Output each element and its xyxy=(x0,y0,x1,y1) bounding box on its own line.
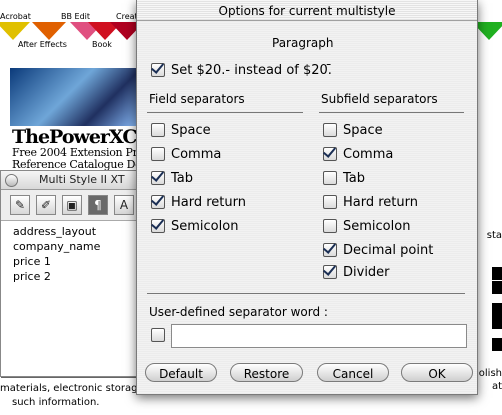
multistyle-list: address_layout company_name price 1 pric… xyxy=(1,221,141,284)
palette-close-icon[interactable] xyxy=(5,174,18,187)
user-defined-checkbox[interactable] xyxy=(151,328,165,342)
nav-acrobat-tab-icon[interactable] xyxy=(0,22,30,40)
field-separator-hard-return[interactable]: Hard return xyxy=(151,194,246,210)
set-dollar-checkbox[interactable] xyxy=(151,63,165,77)
subfield-decimal-point-checkbox[interactable] xyxy=(323,243,337,257)
multi-style-palette: Multi Style II XT ✎ ✐ ▣ ¶ A address_layo… xyxy=(0,170,142,377)
field-space-checkbox[interactable] xyxy=(151,123,165,137)
subfield-comma-label: Comma xyxy=(343,146,394,162)
field-separators-label: Field separators xyxy=(149,92,245,106)
set-dollar-option[interactable]: Set $20.- instead of $20.̄ xyxy=(151,62,332,78)
subfield-separators-divider xyxy=(319,112,464,113)
nav-acrobat-label[interactable]: Acrobat xyxy=(0,12,31,21)
default-button[interactable]: Default xyxy=(145,363,217,382)
field-separator-space[interactable]: Space xyxy=(151,122,211,138)
subfield-separator-semicolon[interactable]: Semicolon xyxy=(323,218,410,234)
list-item[interactable]: address_layout xyxy=(13,224,141,239)
subfield-space-checkbox[interactable] xyxy=(323,123,337,137)
subfield-separator-hard-return[interactable]: Hard return xyxy=(323,194,418,210)
cancel-button[interactable]: Cancel xyxy=(317,363,389,382)
list-item[interactable]: price 2 xyxy=(13,269,141,284)
dialog-title-bar[interactable]: Options for current multistyle xyxy=(137,0,477,21)
field-semicolon-checkbox[interactable] xyxy=(151,219,165,233)
text-a-icon[interactable]: A xyxy=(114,195,134,215)
right-edge-text-1: sta xyxy=(486,230,502,241)
field-tab-label: Tab xyxy=(171,170,194,186)
paragraph-section-label: Paragraph xyxy=(272,36,334,50)
palette-title-bar[interactable]: Multi Style II XT xyxy=(1,171,141,190)
pen-tool-icon[interactable]: ✎ xyxy=(10,195,30,215)
subfield-tab-label: Tab xyxy=(343,170,366,186)
right-edge-text-2: olish xyxy=(478,368,502,379)
subfield-separator-decimal-point[interactable]: Decimal point xyxy=(323,242,433,258)
field-separators-divider xyxy=(147,112,303,113)
field-separator-comma[interactable]: Comma xyxy=(151,146,221,162)
field-semicolon-label: Semicolon xyxy=(171,218,239,234)
ok-button[interactable]: OK xyxy=(401,363,473,382)
brush-tool-icon[interactable]: ✐ xyxy=(36,195,56,215)
user-defined-option[interactable] xyxy=(151,327,165,343)
frame-tool-icon[interactable]: ▣ xyxy=(62,195,82,215)
palette-toolbar: ✎ ✐ ▣ ¶ A xyxy=(1,190,141,221)
field-separator-tab[interactable]: Tab xyxy=(151,170,193,186)
restore-button[interactable]: Restore xyxy=(230,363,303,382)
subfield-separator-tab[interactable]: Tab xyxy=(323,170,365,186)
user-defined-word-input[interactable] xyxy=(171,324,467,348)
subfield-comma-checkbox[interactable] xyxy=(323,147,337,161)
options-dialog: Options for current multistyle Paragraph… xyxy=(136,0,478,395)
product-boxes-image xyxy=(10,68,140,126)
footer-text-line-2: such information. xyxy=(12,397,100,408)
pilcrow-icon[interactable]: ¶ xyxy=(88,195,108,215)
nav-book-label[interactable]: Book xyxy=(92,40,112,49)
subfield-hard-return-label: Hard return xyxy=(343,194,418,210)
field-hard-return-checkbox[interactable] xyxy=(151,195,165,209)
dialog-title: Options for current multistyle xyxy=(218,4,396,18)
field-comma-label: Comma xyxy=(171,146,222,162)
footer-text-line-1: materials, electronic storage xyxy=(0,383,144,394)
nav-bbedit-label[interactable]: BB Edit xyxy=(61,12,90,21)
field-tab-checkbox[interactable] xyxy=(151,171,165,185)
field-space-label: Space xyxy=(171,122,211,138)
subfield-semicolon-label: Semicolon xyxy=(343,218,411,234)
subfield-separator-divider[interactable]: Divider xyxy=(323,264,390,280)
subfield-space-label: Space xyxy=(343,122,383,138)
palette-title: Multi Style II XT xyxy=(39,173,125,186)
right-edge-text-3: at xyxy=(491,381,502,392)
subfield-separator-space[interactable]: Space xyxy=(323,122,383,138)
list-item[interactable]: price 1 xyxy=(13,254,141,269)
subfield-tab-checkbox[interactable] xyxy=(323,171,337,185)
field-hard-return-label: Hard return xyxy=(171,194,246,210)
subfield-separator-comma[interactable]: Comma xyxy=(323,146,393,162)
subfield-decimal-point-label: Decimal point xyxy=(343,242,434,258)
nav-after-effects-label[interactable]: After Effects xyxy=(18,40,67,49)
subfield-hard-return-checkbox[interactable] xyxy=(323,195,337,209)
user-defined-divider xyxy=(147,293,465,294)
subfield-separators-label: Subfield separators xyxy=(321,92,438,106)
user-defined-label: User-defined separator word : xyxy=(149,305,328,319)
list-item[interactable]: company_name xyxy=(13,239,141,254)
field-separator-semicolon[interactable]: Semicolon xyxy=(151,218,238,234)
subfield-semicolon-checkbox[interactable] xyxy=(323,219,337,233)
field-comma-checkbox[interactable] xyxy=(151,147,165,161)
nav-after-effects-tab-icon[interactable] xyxy=(32,22,66,40)
subfield-divider-checkbox[interactable] xyxy=(323,265,337,279)
set-dollar-label: Set $20.- instead of $20.̄ xyxy=(171,62,332,78)
subfield-divider-label: Divider xyxy=(343,264,390,280)
